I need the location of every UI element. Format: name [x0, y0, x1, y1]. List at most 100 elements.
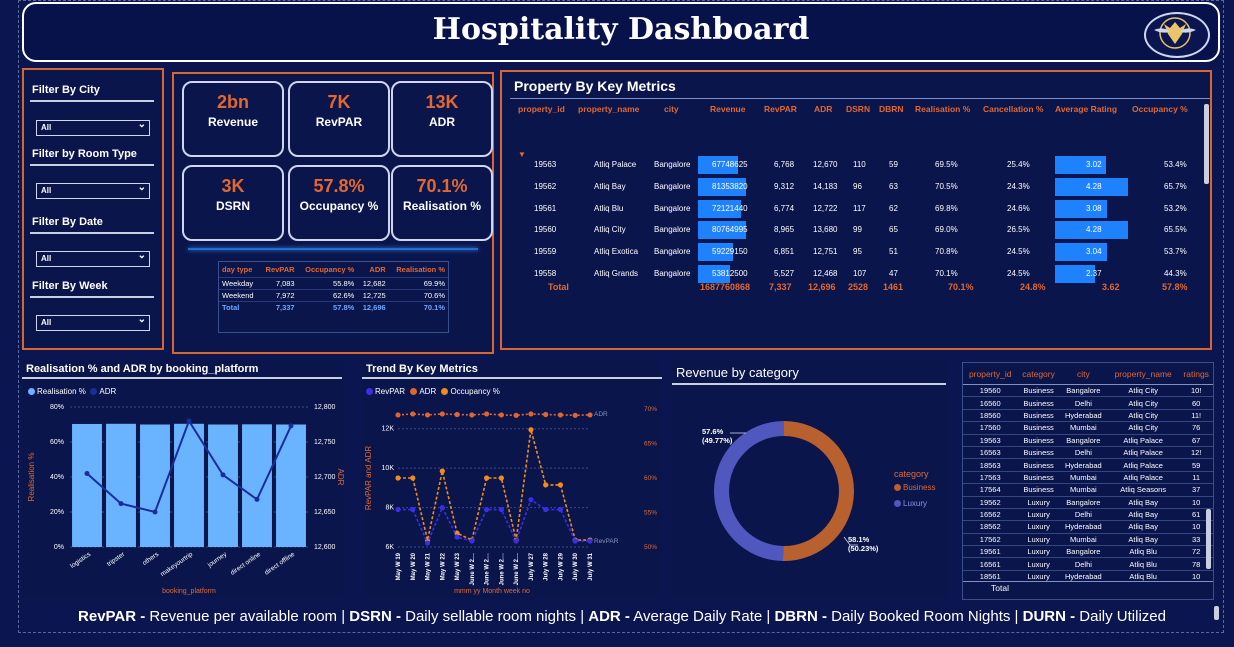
- column-header[interactable]: ratings: [1179, 363, 1213, 385]
- table-row[interactable]: 19562 Atliq Bay Bangalore 81353820 9,312 14,1…: [502, 177, 1202, 196]
- column-header[interactable]: city: [664, 104, 679, 114]
- donut-slice-business[interactable]: [782, 421, 855, 561]
- column-header[interactable]: Occupancy %: [1132, 104, 1188, 114]
- column-header[interactable]: city: [1059, 363, 1108, 385]
- table-header[interactable]: RevPAR: [260, 262, 298, 278]
- table-header[interactable]: ADR: [357, 262, 388, 278]
- adr-point[interactable]: [587, 412, 593, 418]
- adr-point[interactable]: [152, 509, 158, 515]
- adr-point[interactable]: [484, 411, 490, 417]
- occupancy-point[interactable]: [484, 475, 490, 481]
- adr-point[interactable]: [454, 411, 460, 418]
- table-row[interactable]: 18560 Business Hyderabad Atliq City 11!: [963, 409, 1213, 423]
- table-row[interactable]: 19563 Atliq Palace Bangalore 67748625 6,768 1…: [502, 156, 1202, 174]
- adr-point[interactable]: [84, 471, 90, 476]
- bar[interactable]: [72, 423, 102, 547]
- revpar-point[interactable]: [572, 538, 578, 544]
- revpar-point[interactable]: [439, 504, 445, 511]
- revpar-point[interactable]: [543, 506, 549, 513]
- table-row[interactable]: 16563 Business Delhi Atliq Palace 12!: [963, 446, 1213, 460]
- table-row[interactable]: 17560 Business Mumbai Atliq City 76: [963, 421, 1213, 435]
- revpar-point[interactable]: [469, 538, 475, 544]
- column-header[interactable]: Average Rating: [1055, 104, 1117, 114]
- table-row[interactable]: 19560 Business Bangalore Atliq City 10!: [963, 384, 1213, 398]
- adr-point[interactable]: [439, 411, 445, 417]
- bar[interactable]: [208, 424, 238, 548]
- table-row[interactable]: 19559 Atliq Exotica Bangalore 59229150 6,851…: [502, 243, 1202, 262]
- table-header[interactable]: day type: [219, 262, 260, 278]
- column-header[interactable]: DSRN: [846, 104, 870, 114]
- adr-point[interactable]: [469, 412, 475, 418]
- column-header[interactable]: Realisation %: [915, 104, 970, 114]
- city-select[interactable]: All ⌄: [36, 119, 150, 136]
- column-header[interactable]: RevPAR: [764, 104, 797, 114]
- bar[interactable]: [106, 423, 136, 547]
- table-row[interactable]: 18562 Luxury Hyderabad Atliq Bay 10: [963, 520, 1213, 534]
- revpar-point[interactable]: [587, 538, 593, 544]
- adr-point[interactable]: [118, 501, 124, 507]
- adr-point[interactable]: [528, 411, 534, 417]
- column-header[interactable]: category: [1017, 363, 1060, 385]
- revpar-point[interactable]: [484, 506, 490, 513]
- table-row[interactable]: 16561 Luxury Delhi Atliq Blu 78: [963, 557, 1213, 571]
- revpar-point[interactable]: [557, 506, 564, 513]
- revpar-point[interactable]: [528, 497, 534, 503]
- adr-point[interactable]: [220, 472, 226, 478]
- column-header[interactable]: property_name: [578, 104, 639, 114]
- table-row[interactable]: 16562 Luxury Delhi Atliq Bay 61: [963, 508, 1213, 522]
- revpar-point[interactable]: [424, 540, 431, 546]
- adr-point[interactable]: [498, 412, 504, 418]
- revpar-point[interactable]: [513, 538, 519, 544]
- adr-point[interactable]: [543, 411, 549, 418]
- occupancy-point[interactable]: [395, 475, 401, 481]
- table-row[interactable]: 19561 Atliq Blu Bangalore 72121440 6,774 12,7…: [502, 199, 1202, 218]
- table-row[interactable]: 19560 Atliq City Bangalore 80764995 8,965 13,…: [502, 221, 1202, 240]
- column-header[interactable]: DBRN: [879, 104, 904, 114]
- table-row[interactable]: 19562 Luxury Bangalore Atliq Bay 10: [963, 496, 1213, 509]
- adr-point[interactable]: [395, 412, 401, 418]
- column-header[interactable]: Cancellation %: [983, 104, 1043, 114]
- bar[interactable]: [276, 424, 306, 548]
- vertical-scrollbar[interactable]: [1206, 509, 1211, 569]
- revpar-point[interactable]: [498, 506, 504, 513]
- table-header[interactable]: Realisation %: [389, 262, 448, 278]
- table-row[interactable]: 19558 Atliq Grands Bangalore 53812500 5,527 1…: [502, 265, 1202, 283]
- adr-point[interactable]: [572, 412, 578, 418]
- adr-point[interactable]: [410, 411, 416, 417]
- table-row[interactable]: 17563 Business Mumbai Atliq Palace 11: [963, 471, 1213, 485]
- occupancy-point[interactable]: [528, 427, 534, 433]
- revpar-point[interactable]: [395, 506, 401, 513]
- occupancy-point[interactable]: [543, 482, 549, 488]
- adr-point[interactable]: [557, 412, 564, 418]
- table-row[interactable]: 17562 Luxury Mumbai Atliq Bay 33: [963, 533, 1213, 547]
- adr-point[interactable]: [288, 423, 294, 429]
- column-header[interactable]: property_id: [518, 104, 565, 114]
- column-header[interactable]: property_id: [963, 363, 1018, 385]
- occupancy-point[interactable]: [498, 475, 504, 481]
- table-row[interactable]: 16560 Business Delhi Atliq City 60: [963, 396, 1213, 410]
- table-row[interactable]: 19563 Business Bangalore Atliq Palace 67: [963, 434, 1213, 447]
- column-header[interactable]: ADR: [814, 104, 832, 114]
- occupancy-point[interactable]: [439, 468, 445, 474]
- occupancy-point[interactable]: [557, 482, 564, 488]
- table-header[interactable]: Occupancy %: [298, 262, 358, 278]
- adr-point[interactable]: [186, 418, 192, 424]
- table-row[interactable]: 19561 Luxury Bangalore Atliq Blu 72: [963, 545, 1213, 559]
- table-row[interactable]: 17564 Business Mumbai Atliq Seasons 37: [963, 483, 1213, 497]
- footer-scrollbar[interactable]: [1214, 606, 1219, 620]
- room-type-select[interactable]: All ⌄: [36, 182, 150, 199]
- bar[interactable]: [174, 423, 204, 547]
- occupancy-point[interactable]: [410, 475, 416, 481]
- bar[interactable]: [242, 424, 272, 547]
- table-row[interactable]: 18563 Business Hyderabad Atliq Palace 59: [963, 458, 1213, 472]
- week-select[interactable]: All ⌄: [36, 314, 150, 331]
- column-header[interactable]: Revenue: [710, 104, 745, 114]
- adr-point[interactable]: [254, 496, 260, 502]
- vertical-scrollbar[interactable]: [1204, 104, 1209, 184]
- revpar-point[interactable]: [410, 506, 416, 513]
- column-header[interactable]: property_name: [1107, 363, 1180, 385]
- date-select[interactable]: All ⌄: [36, 250, 150, 267]
- adr-point[interactable]: [424, 412, 431, 418]
- adr-point[interactable]: [513, 412, 519, 418]
- revpar-point[interactable]: [454, 534, 460, 540]
